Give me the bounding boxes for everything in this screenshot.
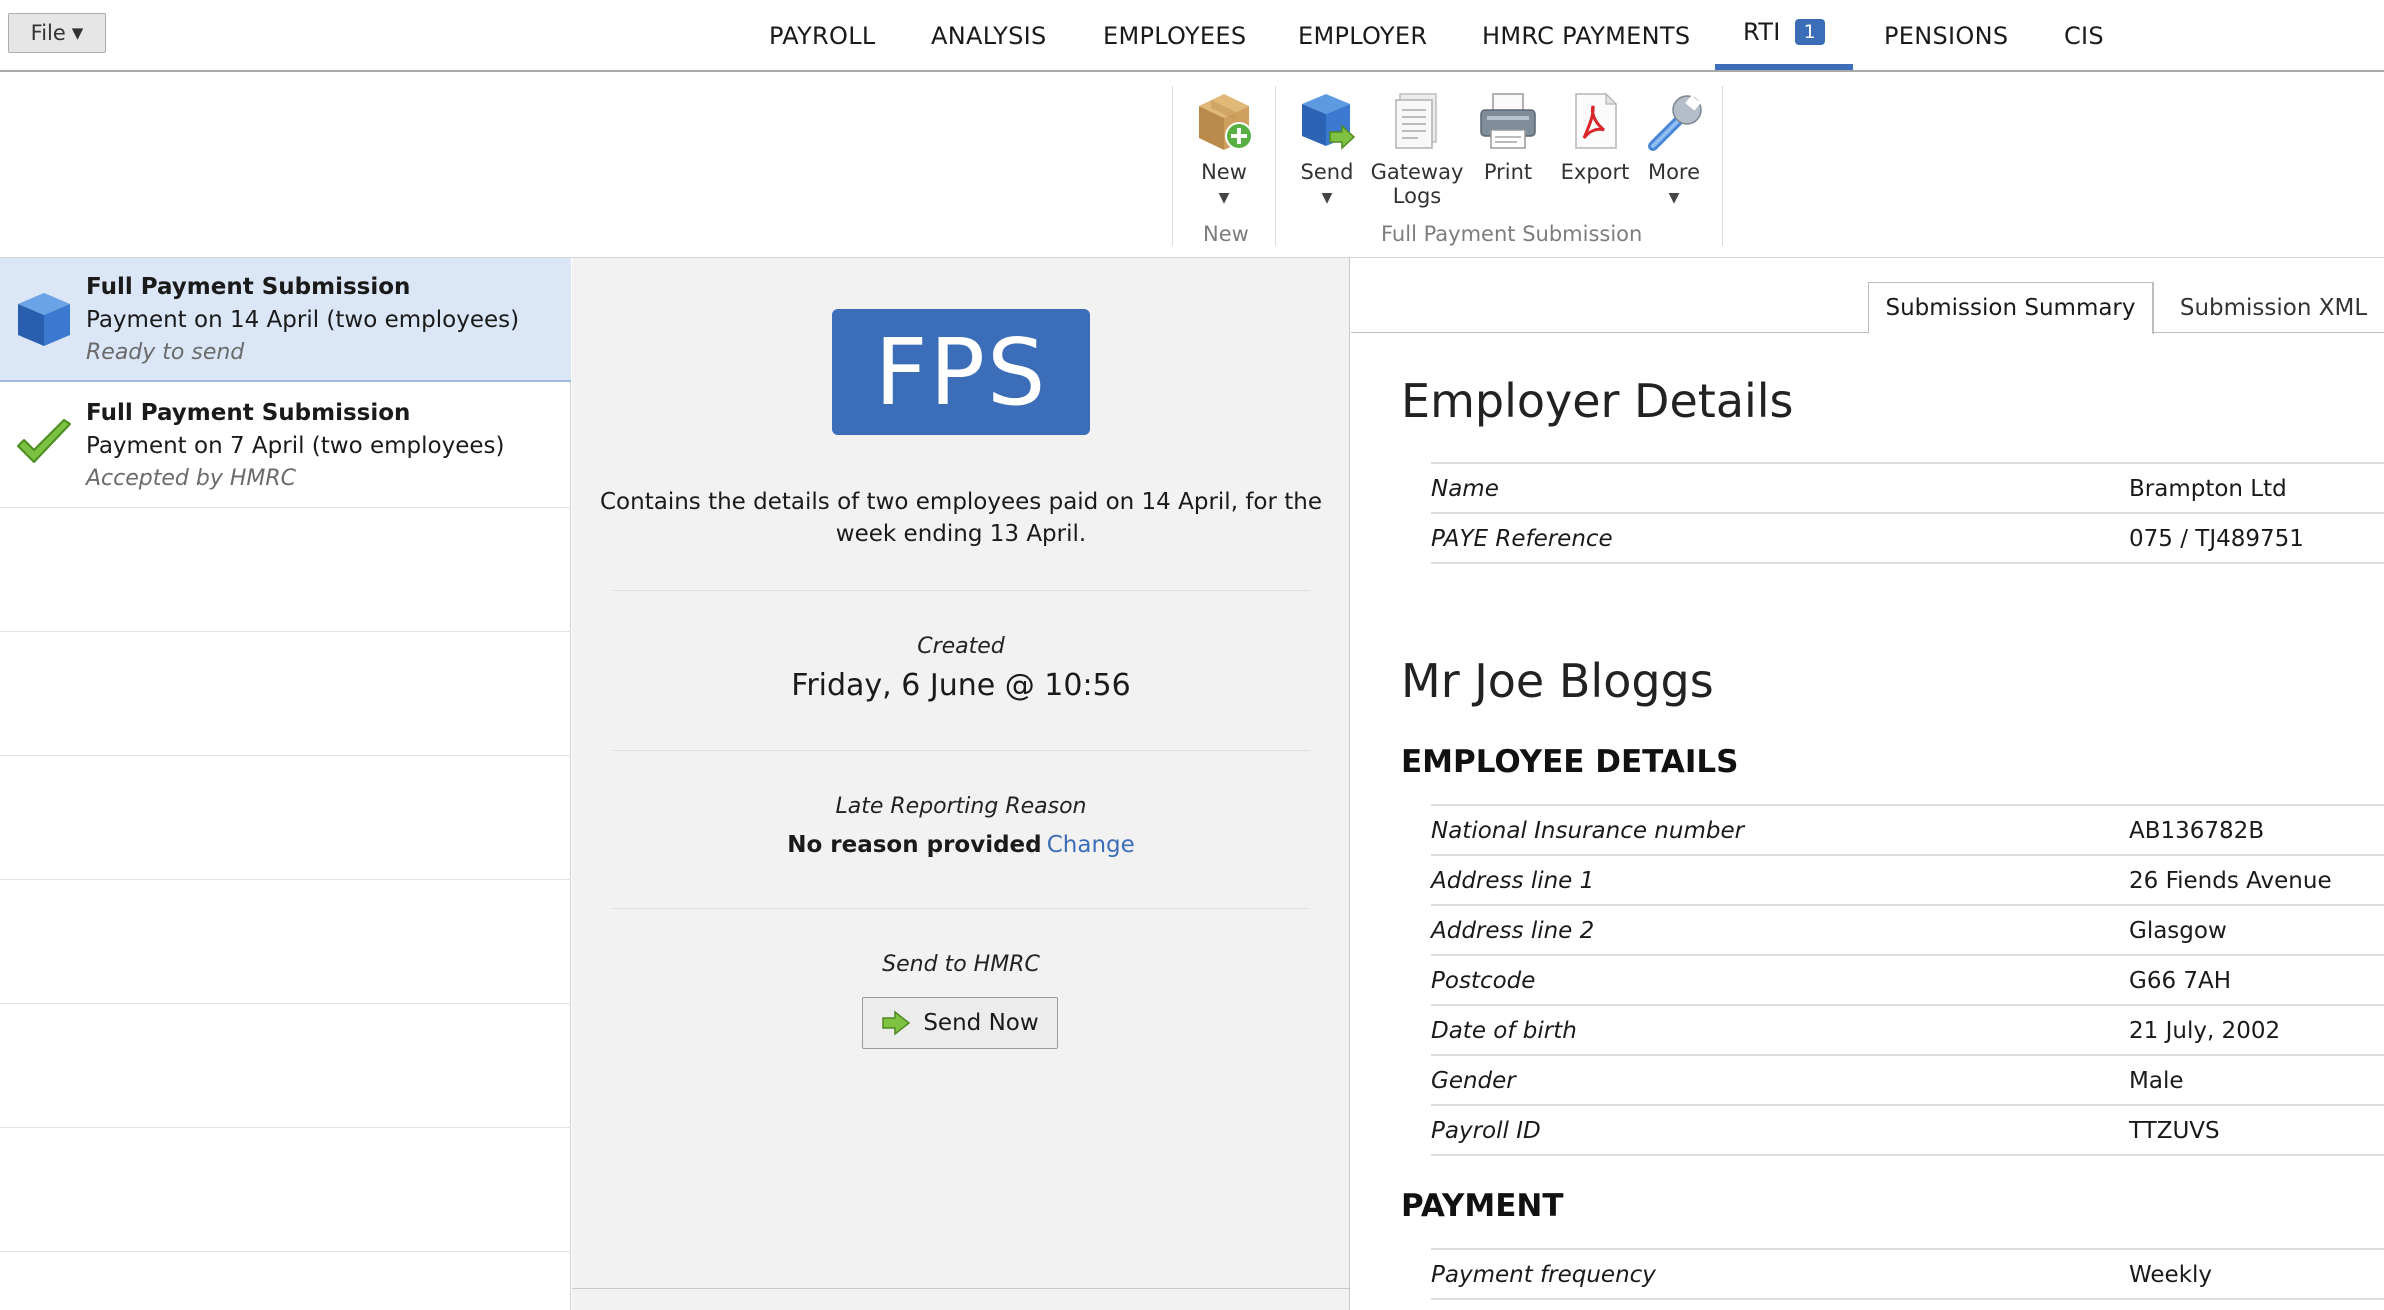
nav-tab-hmrc-payments[interactable]: HMRC PAYMENTS: [1482, 0, 1690, 72]
summary-row: Address line 1 26 Fiends Avenue: [1431, 854, 2384, 904]
created-label: Created: [917, 634, 1005, 659]
pdf-icon: [1575, 92, 1618, 149]
summary-row: Gender Male: [1431, 1054, 2384, 1104]
nav-tab-employer[interactable]: EMPLOYER: [1298, 0, 1427, 72]
ribbon-separator: [1275, 86, 1276, 246]
summary-row: National Insurance number AB136782B: [1431, 804, 2384, 854]
submission-list-item[interactable]: Full Payment Submission Payment on 14 Ap…: [0, 258, 571, 382]
arrow-right-icon: [882, 1010, 911, 1036]
divider: [612, 590, 1310, 591]
send-button[interactable]: Send ▼: [1295, 88, 1359, 210]
fps-badge: FPS: [832, 309, 1090, 435]
caret-down-icon: ▼: [71, 24, 84, 42]
printer-icon: [1480, 93, 1536, 149]
submission-title: Full Payment Submission: [86, 400, 411, 426]
blue-cube-icon: [18, 293, 70, 346]
send-to-hmrc-label: Send to HMRC: [882, 952, 1040, 977]
submission-status: Accepted by HMRC: [86, 466, 297, 491]
empty-list-row: [0, 756, 571, 880]
employee-name-heading: Mr Joe Bloggs: [1401, 654, 1714, 708]
submission-status: Ready to send: [86, 340, 245, 365]
ribbon-separator: [1722, 86, 1723, 246]
tab-submission-summary[interactable]: Submission Summary: [1868, 282, 2153, 334]
send-now-button[interactable]: Send Now: [862, 997, 1058, 1049]
nav-tab-analysis[interactable]: ANALYSIS: [931, 0, 1047, 72]
summary-row: Address line 2 Glasgow: [1431, 904, 2384, 954]
summary-row: PAYE Reference 075 / TJ489751: [1431, 512, 2384, 562]
ribbon-group-label-fps: Full Payment Submission: [1381, 222, 1643, 246]
submission-subtitle: Payment on 7 April (two employees): [86, 433, 505, 459]
submission-list-item[interactable]: Full Payment Submission Payment on 7 Apr…: [0, 384, 571, 508]
nav-tab-employees[interactable]: EMPLOYEES: [1103, 0, 1246, 72]
summary-row: Name Brampton Ltd: [1431, 462, 2384, 512]
submission-description: Contains the details of two employees pa…: [600, 489, 1322, 547]
nav-tab-pensions[interactable]: PENSIONS: [1884, 0, 2008, 72]
divider: [1431, 1298, 2384, 1300]
divider: [572, 1288, 1350, 1289]
late-reporting-label: Late Reporting Reason: [835, 794, 1087, 819]
rti-count-badge: 1: [1794, 19, 1825, 45]
ribbon-separator: [1172, 86, 1173, 246]
print-button[interactable]: Print: [1477, 88, 1539, 184]
summary-row: Postcode G66 7AH: [1431, 954, 2384, 1004]
change-link[interactable]: Change: [1047, 832, 1135, 858]
empty-list-row: [0, 1128, 571, 1252]
created-value: Friday, 6 June @ 10:56: [791, 668, 1131, 703]
gateway-logs-button[interactable]: Gateway Logs: [1371, 88, 1463, 208]
divider: [1431, 1154, 2384, 1156]
dropdown-arrow-icon: ▼: [1321, 190, 1333, 206]
summary-row: Payment frequency Weekly: [1431, 1248, 2384, 1298]
submission-title: Full Payment Submission: [86, 274, 411, 300]
employee-details-heading: EMPLOYEE DETAILS: [1401, 744, 1739, 780]
employer-details-heading: Employer Details: [1401, 374, 1794, 428]
nav-tab-rti[interactable]: RTI 1: [1715, 0, 1853, 70]
divider: [612, 908, 1310, 909]
submission-detail-panel: FPS Contains the details of two employee…: [572, 258, 1350, 1310]
empty-list-row: [0, 1004, 571, 1128]
green-check-icon: [17, 419, 71, 463]
document-icon: [1395, 93, 1437, 149]
divider: [1431, 562, 2384, 564]
file-menu-button[interactable]: File ▼: [8, 13, 106, 53]
summary-row: Date of birth 21 July, 2002: [1431, 1004, 2384, 1054]
nav-tab-payroll[interactable]: PAYROLL: [769, 0, 876, 72]
submission-subtitle: Payment on 14 April (two employees): [86, 307, 520, 333]
nav-tab-cis[interactable]: CIS: [2064, 0, 2104, 72]
dropdown-arrow-icon: ▼: [1218, 190, 1230, 206]
late-reporting-value: No reason provided: [787, 832, 1042, 858]
empty-list-row: [0, 632, 571, 756]
summary-row: Payroll ID TTZUVS: [1431, 1104, 2384, 1154]
submission-summary-panel: Submission Summary Submission XML Employ…: [1351, 258, 2384, 1310]
empty-list-row: [0, 508, 571, 632]
package-add-icon: [1199, 94, 1253, 150]
ribbon-toolbar: New ▼ New Send ▼ Gateway Logs Print Expo…: [0, 74, 2384, 258]
export-button[interactable]: Export: [1558, 88, 1632, 184]
empty-list-row: [0, 880, 571, 1004]
divider: [612, 750, 1310, 751]
late-reporting-row: No reason provided Change: [592, 832, 1330, 858]
ribbon-group-label-new: New: [1203, 222, 1249, 246]
payment-heading: PAYMENT: [1401, 1188, 1564, 1224]
wrench-icon: [1648, 95, 1702, 151]
top-navigation: File ▼ PAYROLL ANALYSIS EMPLOYEES EMPLOY…: [0, 0, 2384, 72]
more-button[interactable]: More ▼: [1642, 88, 1706, 210]
tab-submission-xml[interactable]: Submission XML: [2153, 282, 2384, 334]
blue-cube-send-icon: [1302, 94, 1356, 150]
submission-list: Full Payment Submission Payment on 14 Ap…: [0, 258, 571, 1310]
dropdown-arrow-icon: ▼: [1668, 190, 1680, 206]
new-button[interactable]: New ▼: [1192, 88, 1256, 210]
